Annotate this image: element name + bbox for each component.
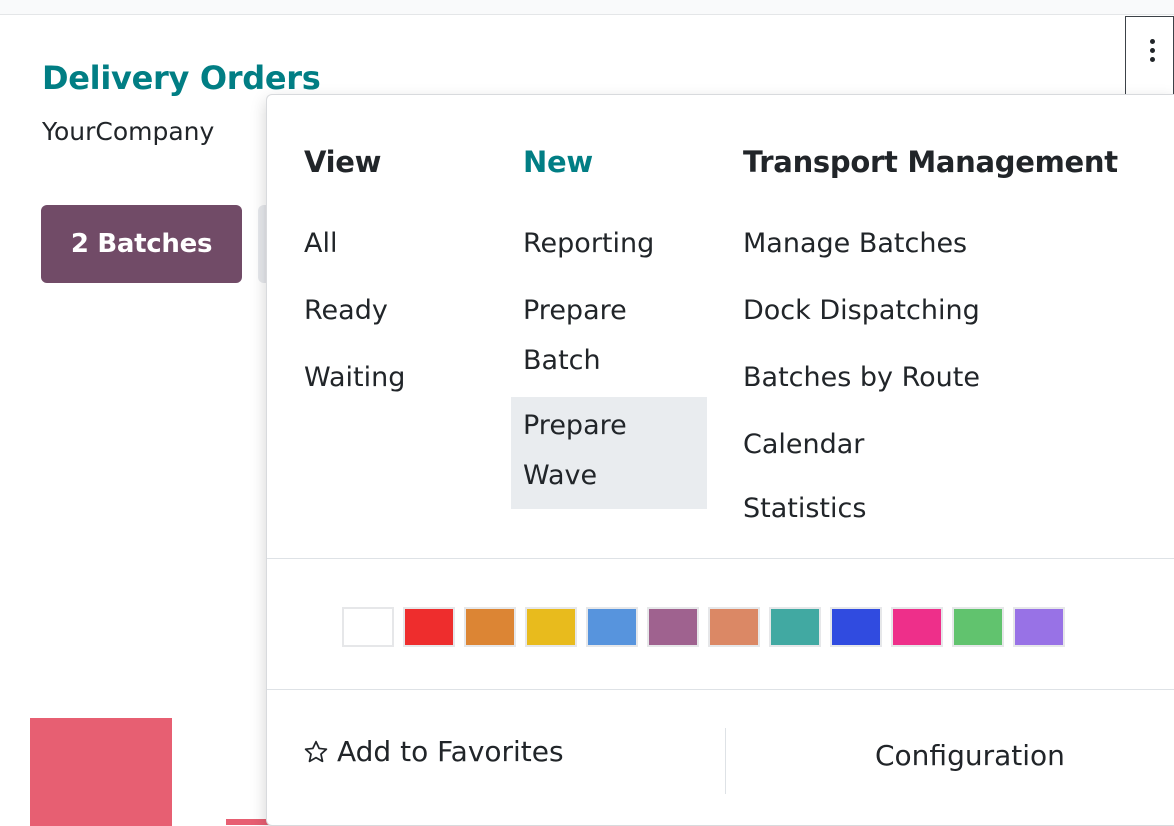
color-swatch[interactable] xyxy=(586,607,638,647)
graph-bar xyxy=(30,718,172,826)
menu-item-calendar[interactable]: Calendar xyxy=(743,420,864,470)
card-dropdown-toggle[interactable] xyxy=(1125,16,1174,94)
card-company: YourCompany xyxy=(42,117,215,146)
graph-bar-secondary xyxy=(226,819,271,825)
vertical-ellipsis-icon xyxy=(1150,39,1155,94)
divider xyxy=(267,689,1174,690)
color-swatch[interactable] xyxy=(830,607,882,647)
menu-item-prepare-batch[interactable]: Prepare Batch xyxy=(523,286,703,386)
menu-item-manage-batches[interactable]: Manage Batches xyxy=(743,219,967,269)
menu-item-ready[interactable]: Ready xyxy=(304,286,388,336)
divider xyxy=(267,558,1174,559)
menu-item-all[interactable]: All xyxy=(304,219,337,269)
menu-item-statistics[interactable]: Statistics xyxy=(743,484,866,534)
color-swatch[interactable] xyxy=(1013,607,1065,647)
menu-item-prepare-wave[interactable]: Prepare Wave xyxy=(511,397,707,509)
star-outline-icon xyxy=(304,740,328,762)
card-dropdown-menu: View All Ready Waiting New Reporting Pre… xyxy=(266,94,1174,826)
card-title[interactable]: Delivery Orders xyxy=(42,59,321,97)
color-swatch[interactable] xyxy=(952,607,1004,647)
top-strip xyxy=(0,0,1174,15)
menu-item-batches-by-route[interactable]: Batches by Route xyxy=(743,353,980,403)
menu-item-reporting[interactable]: Reporting xyxy=(523,219,654,269)
add-to-favorites-button[interactable]: Add to Favorites xyxy=(303,735,564,768)
color-swatch[interactable] xyxy=(891,607,943,647)
new-header: New xyxy=(523,145,593,179)
color-swatch[interactable] xyxy=(769,607,821,647)
configuration-button[interactable]: Configuration xyxy=(875,739,1065,772)
transport-header: Transport Management xyxy=(743,145,1118,179)
color-swatch[interactable] xyxy=(464,607,516,647)
color-picker xyxy=(342,607,1065,647)
add-to-favorites-label: Add to Favorites xyxy=(337,735,564,768)
menu-item-dock-dispatching[interactable]: Dock Dispatching xyxy=(743,286,980,336)
color-swatch[interactable] xyxy=(647,607,699,647)
view-header: View xyxy=(304,145,382,179)
batches-button[interactable]: 2 Batches xyxy=(41,205,242,283)
color-swatch[interactable] xyxy=(525,607,577,647)
color-swatch[interactable] xyxy=(708,607,760,647)
footer-separator xyxy=(725,728,726,794)
color-swatch[interactable] xyxy=(342,607,394,647)
menu-item-waiting[interactable]: Waiting xyxy=(304,353,405,403)
color-swatch[interactable] xyxy=(403,607,455,647)
